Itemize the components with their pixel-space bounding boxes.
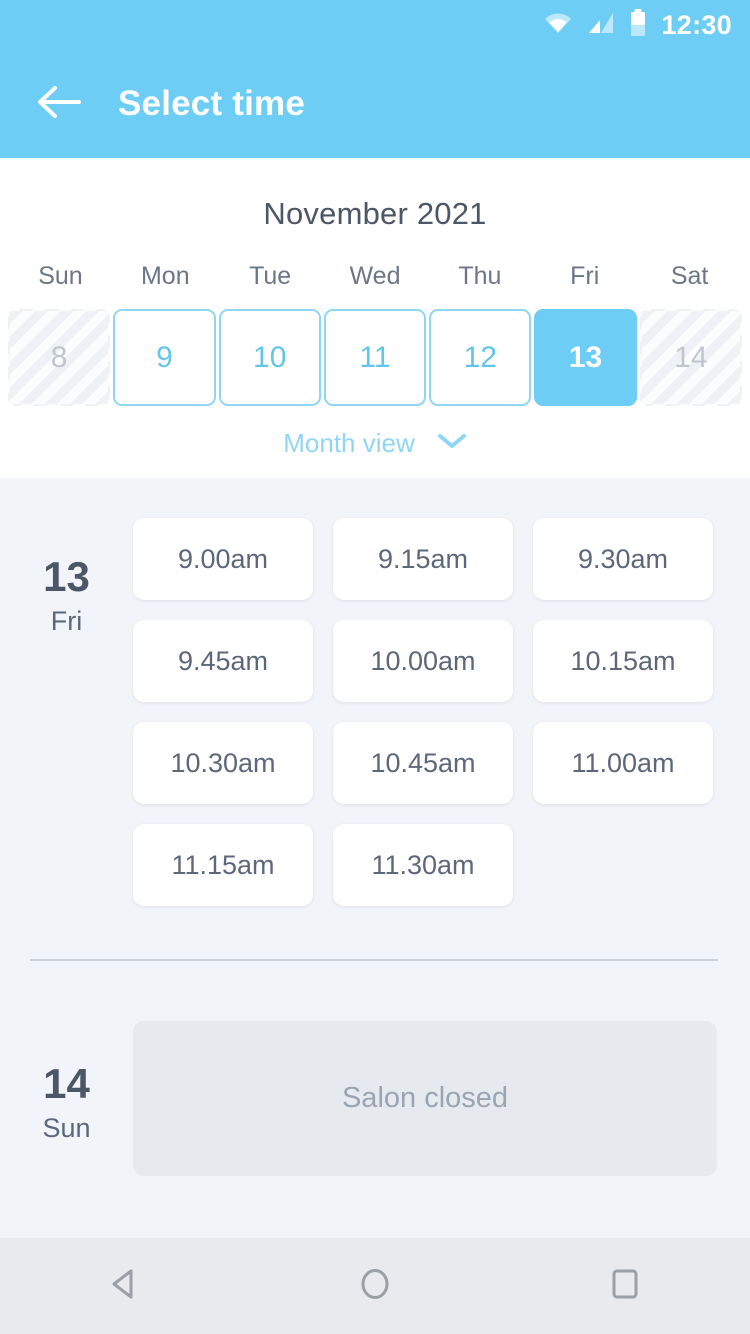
time-slot[interactable]: 11.15am [133,824,313,906]
calendar-month-title: November 2021 [263,196,487,231]
calendar-day-11[interactable]: 11 [323,309,427,406]
time-slot[interactable]: 11.00am [533,722,713,804]
time-slot[interactable]: 10.00am [333,620,513,702]
time-slot[interactable]: 10.30am [133,722,313,804]
status-bar-clock: 12:30 [661,9,732,40]
salon-closed-card: Salon closed [133,1021,717,1176]
calendar-panel: November 2021 Sun Mon Tue Wed Thu Fri Sa… [0,158,750,478]
day-name: Sun [42,1113,91,1143]
time-slot-grid: 9.00am 9.15am 9.30am 9.45am 10.00am 10.1… [133,518,750,906]
android-nav-bar [0,1238,750,1334]
time-slot[interactable]: 9.30am [533,518,713,600]
nav-home-button[interactable] [315,1238,435,1334]
weekday-label: Sat [670,262,709,290]
back-arrow-icon [35,84,81,125]
day-label-13: 13 Fri [0,518,133,906]
time-slot[interactable]: 10.15am [533,620,713,702]
calendar-day-14: 14 [640,309,742,406]
chevron-down-icon [437,432,467,455]
weekday-label: Thu [458,262,502,290]
day-label-14: 14 Sun [0,1021,133,1176]
status-bar: 12:30 [0,0,750,50]
day-number: 13 [43,553,90,600]
calendar-day-8: 8 [8,309,110,406]
calendar-day-row: 8 9 10 11 12 13 14 [0,309,750,406]
calendar-day-13[interactable]: 13 [534,309,637,406]
schedule-day-14: 14 Sun Salon closed [0,961,750,1176]
time-slot[interactable]: 9.45am [133,620,313,702]
time-slot[interactable]: 9.00am [133,518,313,600]
schedule-content: 13 Fri 9.00am 9.15am 9.30am 9.45am 10.00… [0,478,750,1238]
weekday-label: Wed [349,262,401,290]
time-slot[interactable]: 9.15am [333,518,513,600]
wifi-icon [543,11,573,40]
calendar-weekday-row: Sun Mon Tue Wed Thu Fri Sat [0,262,750,291]
weekday-label: Sun [38,262,83,290]
page-title: Select time [118,84,306,123]
schedule-day-13: 13 Fri 9.00am 9.15am 9.30am 9.45am 10.00… [0,478,750,906]
time-slot[interactable]: 11.30am [333,824,513,906]
nav-back-icon [106,1265,144,1308]
calendar-day-12[interactable]: 12 [429,309,532,406]
nav-recents-button[interactable] [565,1238,685,1334]
signal-icon [587,11,615,40]
time-slot[interactable]: 10.45am [333,722,513,804]
app-bar: Select time [0,50,750,158]
weekday-label: Tue [249,262,292,290]
screen-select-time: 12:30 Select time November 2021 Sun Mon … [0,0,750,1334]
calendar-day-9[interactable]: 9 [113,309,216,406]
month-view-label: Month view [283,428,415,458]
weekday-label: Fri [570,262,600,290]
battery-icon [629,8,647,42]
nav-recents-icon [606,1265,644,1308]
day-number: 14 [43,1060,90,1107]
back-button[interactable] [20,66,96,142]
nav-home-icon [356,1265,394,1308]
nav-back-button[interactable] [65,1238,185,1334]
calendar-day-10[interactable]: 10 [218,309,321,406]
month-view-toggle[interactable]: Month view [0,428,750,459]
day-name: Fri [50,606,83,636]
weekday-label: Mon [140,262,190,290]
